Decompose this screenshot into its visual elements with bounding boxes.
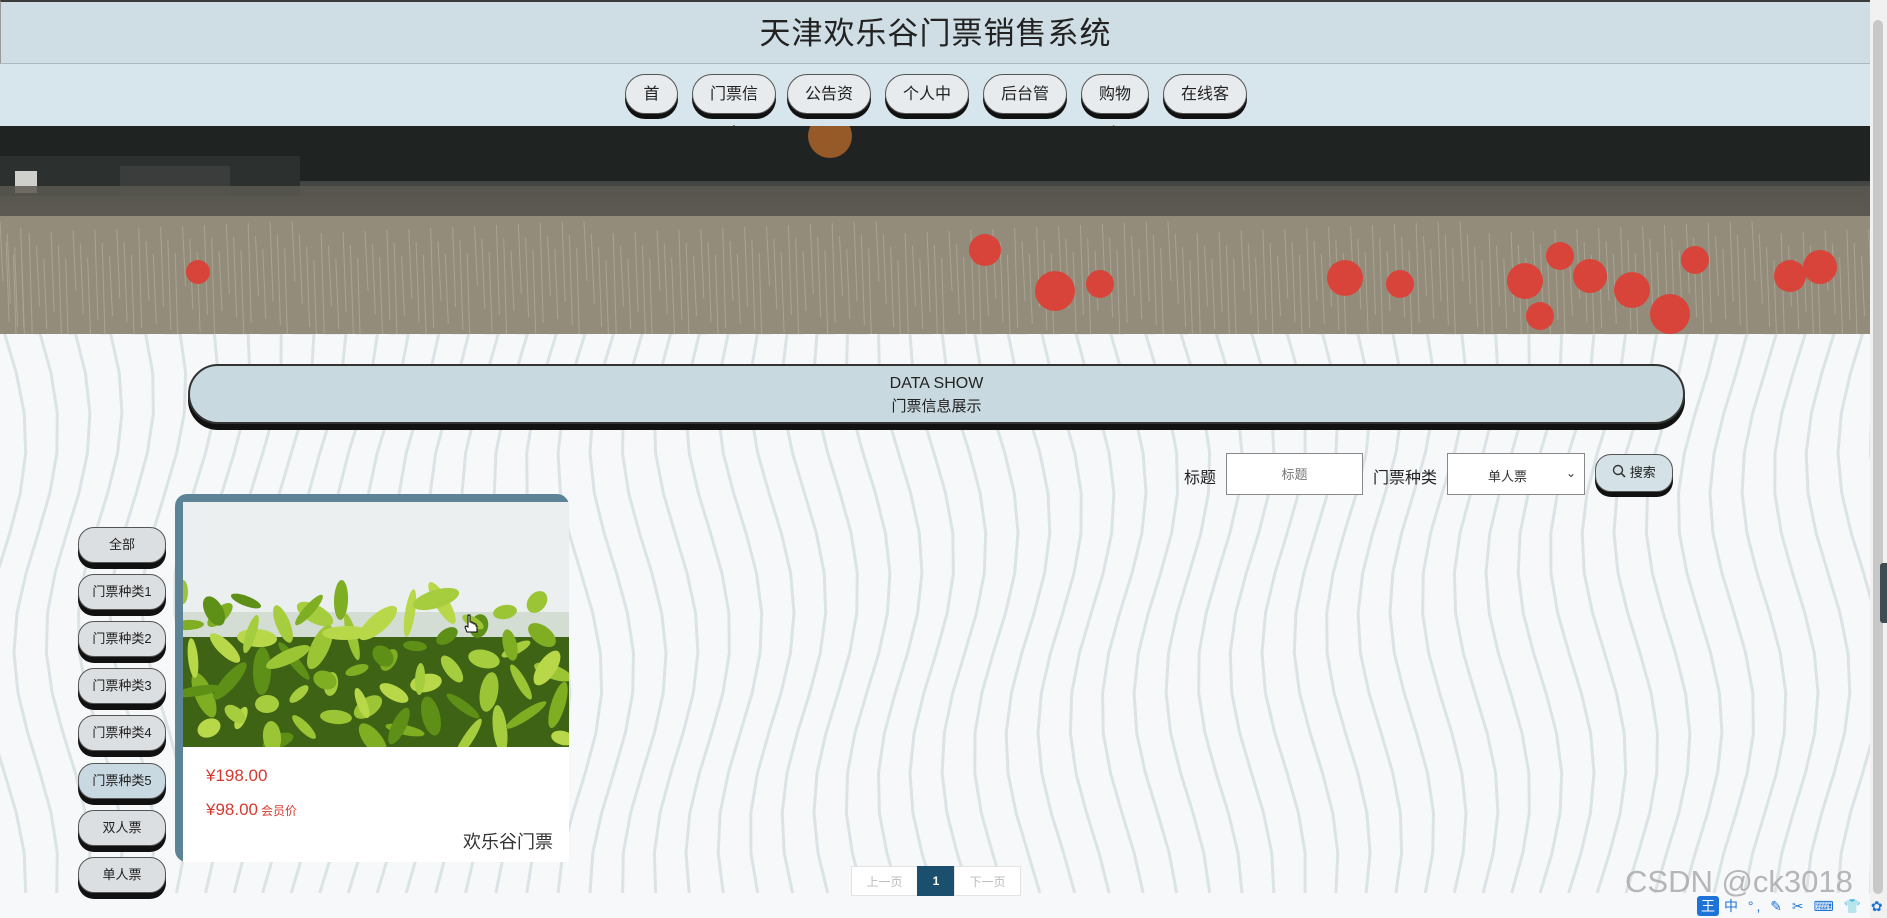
watermark: CSDN @ck3018 [1625, 864, 1853, 899]
category-type5[interactable]: 门票种类5 [78, 763, 166, 799]
poppy-field-illustration [0, 126, 1870, 334]
category-type1[interactable]: 门票种类1 [78, 574, 166, 610]
section-header: DATA SHOW 门票信息展示 [188, 364, 1685, 424]
category-single[interactable]: 单人票 [78, 857, 166, 893]
search-icon [1612, 456, 1626, 492]
category-type4[interactable]: 门票种类4 [78, 715, 166, 751]
category-type2[interactable]: 门票种类2 [78, 621, 166, 657]
category-double[interactable]: 双人票 [78, 810, 166, 846]
site-header: 天津欢乐谷门票销售系统 [0, 0, 1870, 63]
product-card[interactable]: ¥198.00 ¥98.00 会员价 欢乐谷门票 [175, 494, 569, 862]
main-nav: 首页 门票信息 公告资讯 个人中心 后台管理 购物车 在线客服 [0, 63, 1870, 143]
ticket-type-select[interactable]: 单人票 ⌄ [1447, 453, 1585, 495]
product-image[interactable] [183, 502, 569, 747]
nav-tickets[interactable]: 门票信息 [692, 74, 776, 143]
ime-toolbar[interactable]: 中 °, ✎ ✂ ⌨ 👕 ✿ [1724, 896, 1886, 916]
category-type3[interactable]: 门票种类3 [78, 668, 166, 704]
search-button[interactable]: 搜索 [1595, 454, 1673, 492]
nav-admin[interactable]: 后台管理 [983, 74, 1067, 143]
type-label: 门票种类 [1373, 470, 1438, 487]
product-member-price-row: ¥98.00 会员价 [206, 800, 297, 820]
title-search-input[interactable] [1226, 453, 1363, 495]
scrollbar-thumb[interactable] [1873, 20, 1883, 894]
ime-logo-icon[interactable]: 王 [1697, 896, 1719, 916]
tea-plant-illustration [183, 502, 569, 747]
nav-personal-center[interactable]: 个人中心 [885, 74, 969, 143]
side-handle[interactable] [1880, 563, 1887, 623]
chevron-down-icon: ⌄ [1565, 466, 1576, 480]
pager-next[interactable]: 下一页 [954, 866, 1021, 896]
nav-home[interactable]: 首页 [625, 74, 678, 143]
site-title: 天津欢乐谷门票销售系统 [759, 16, 1112, 51]
search-button-label: 搜索 [1629, 465, 1656, 480]
category-all[interactable]: 全部 [78, 527, 166, 563]
section-title-zh: 门票信息展示 [891, 398, 982, 415]
hand-cursor-icon [464, 614, 478, 633]
product-price: ¥198.00 [206, 766, 268, 785]
pager-current[interactable]: 1 [917, 866, 955, 896]
nav-announcements[interactable]: 公告资讯 [787, 74, 871, 143]
nav-online-service[interactable]: 在线客服 [1163, 74, 1247, 143]
section-title-en: DATA SHOW [889, 375, 984, 392]
title-label: 标题 [1184, 470, 1217, 487]
member-price-label: 会员价 [261, 804, 298, 818]
banner-image [0, 126, 1870, 334]
product-name: 欢乐谷门票 [463, 832, 553, 852]
pager-prev[interactable]: 上一页 [851, 866, 918, 896]
product-member-price: ¥98.00 [206, 800, 258, 819]
ticket-type-selected: 单人票 [1488, 469, 1528, 484]
nav-cart[interactable]: 购物车 [1081, 74, 1149, 143]
